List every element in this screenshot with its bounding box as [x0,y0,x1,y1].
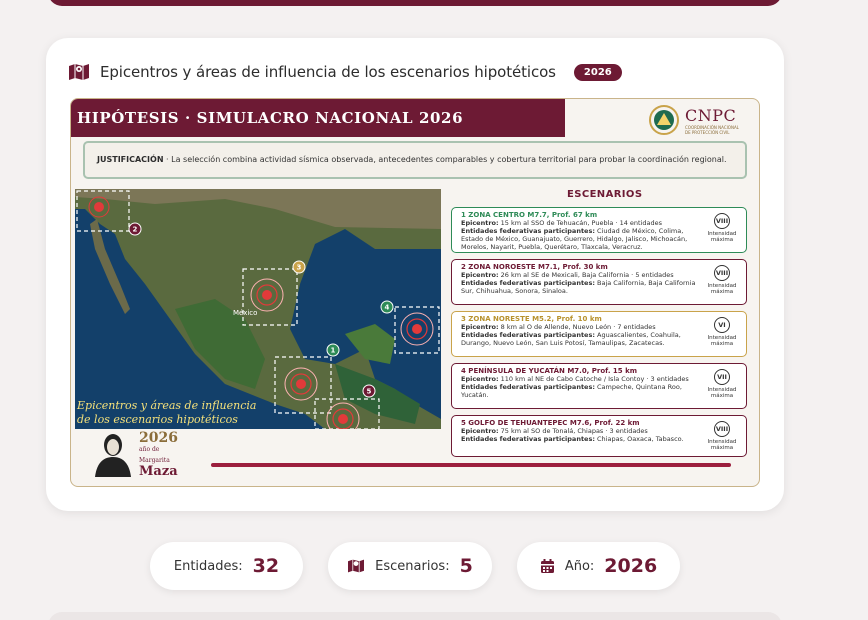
intensity-indicator: VII Intensidad máxima [704,369,740,399]
epicentro-label: Epicentro: [461,427,499,435]
card-title: Epicentros y áreas de influencia de los … [100,63,556,81]
map-city-label: México [233,309,257,317]
stat-label: Año: [564,558,595,574]
stat-label: Entidades: [173,558,243,574]
intensity-label-2: máxima [710,237,734,243]
justification-text: · La selección combina actividad sísmica… [163,155,727,164]
scenario-epicentro: 26 km al SE de Mexicali, Baja California… [498,271,674,279]
scenario-epicentro: 75 km al SO de Tonalá, Chiapas · 3 entid… [498,427,648,435]
scenarios-title: ESCENARIOS [567,189,643,200]
scenario-epicentro: 110 km al NE de Cabo Catoche / Isla Cont… [498,375,689,383]
epicenter-map[interactable]: 2 3 4 1 5 México [75,189,441,429]
svg-text:5: 5 [367,388,372,396]
poster-banner: HIPÓTESIS · SIMULACRO NACIONAL 2026 [71,99,565,137]
year-badge: 2026 [573,63,622,81]
svg-text:4: 4 [385,304,390,312]
scenario-epicentro: 15 km al SSO de Tehuacán, Puebla · 14 en… [498,219,663,227]
maza-year: 2026 [139,430,178,446]
map-icon [348,559,365,573]
map-icon [69,64,89,80]
intensity-label-2: máxima [710,393,734,399]
stat-anio: Año: 2026 [517,542,680,590]
portrait-icon [95,434,131,477]
svg-text:3: 3 [297,264,302,272]
cnpc-emblem-icon [649,105,679,135]
scenario-card-3[interactable]: 3 ZONA NORESTE M5.2, Prof. 10 km Epicent… [451,311,747,357]
intensity-indicator: VIII Intensidad máxima [704,265,740,295]
entidades-label: Entidades federativas participantes: [461,435,595,443]
maza-name: Maza [139,464,178,479]
epicentro-label: Epicentro: [461,323,499,331]
entidades-label: Entidades federativas participantes: [461,227,595,235]
stat-value: 2026 [604,555,658,577]
intensity-value: VIII [714,265,730,281]
bottom-bar [48,612,782,620]
cnpc-sub-2: DE PROTECCIÓN CIVIL [685,129,730,135]
margarita-maza-logo: 2026 año de Margarita Maza [91,430,178,479]
intensity-value: VI [714,317,730,333]
scenario-card-4[interactable]: 4 PENÍNSULA DE YUCATÁN M7.0, Prof. 15 km… [451,363,747,409]
cnpc-sub-1: COORDINACIÓN NACIONAL [685,124,739,130]
card-header: Epicentros y áreas de influencia de los … [68,60,622,84]
top-bar [48,0,782,6]
intensity-indicator: VIII Intensidad máxima [704,421,740,451]
intensity-indicator: VIII Intensidad máxima [704,213,740,243]
stat-escenarios: Escenarios: 5 [328,542,492,590]
entidades-label: Entidades federativas participantes: [461,279,595,287]
stat-label: Escenarios: [375,558,450,574]
map-graphic: 2 3 4 1 5 México [75,189,441,429]
svg-text:1: 1 [331,347,336,355]
map-caption-line-1: Epicentros y áreas de influencia [77,399,257,412]
cnpc-logo: CNPC COORDINACIÓN NACIONAL DE PROTECCIÓN… [649,105,739,135]
epicentro-label: Epicentro: [461,271,499,279]
calendar-icon [540,558,554,573]
scenario-card-2[interactable]: 2 ZONA NOROESTE M7.1, Prof. 30 km Epicen… [451,259,747,305]
entidades-label: Entidades federativas participantes: [461,383,595,391]
intensity-indicator: VI Intensidad máxima [704,317,740,347]
justification-label: JUSTIFICACIÓN [97,155,164,164]
stat-value: 32 [252,555,280,577]
stat-entidades: Entidades: 32 [150,542,303,590]
scenario-card-1[interactable]: 1 ZONA CENTRO M7.7, Prof. 67 km Epicentr… [451,207,747,253]
scenario-map-card: Epicentros y áreas de influencia de los … [46,38,784,511]
map-caption: Epicentros y áreas de influencia de los … [77,399,256,427]
map-caption-line-2: de los escenarios hipotéticos [77,413,238,426]
entidades-label: Entidades federativas participantes: [461,331,595,339]
intensity-value: VIII [714,421,730,437]
intensity-value: VIII [714,213,730,229]
intensity-value: VII [714,369,730,385]
simulacro-poster: HIPÓTESIS · SIMULACRO NACIONAL 2026 CNPC… [70,98,760,487]
epicentro-label: Epicentro: [461,375,499,383]
scenario-epicentro: 8 km al O de Allende, Nuevo León · 7 ent… [498,323,656,331]
scenario-entidades: Chiapas, Oaxaca, Tabasco. [594,435,684,443]
svg-text:2: 2 [133,226,138,234]
intensity-label-2: máxima [710,341,734,347]
intensity-label-2: máxima [710,445,734,451]
justification-box: JUSTIFICACIÓN · La selección combina act… [83,141,747,179]
decorative-line [211,463,731,467]
epicentro-label: Epicentro: [461,219,499,227]
scenario-card-5[interactable]: 5 GOLFO DE TEHUANTEPEC M7.6, Prof. 22 km… [451,415,747,457]
cnpc-name: CNPC [685,105,737,125]
intensity-label-2: máxima [710,289,734,295]
stat-value: 5 [459,555,473,577]
